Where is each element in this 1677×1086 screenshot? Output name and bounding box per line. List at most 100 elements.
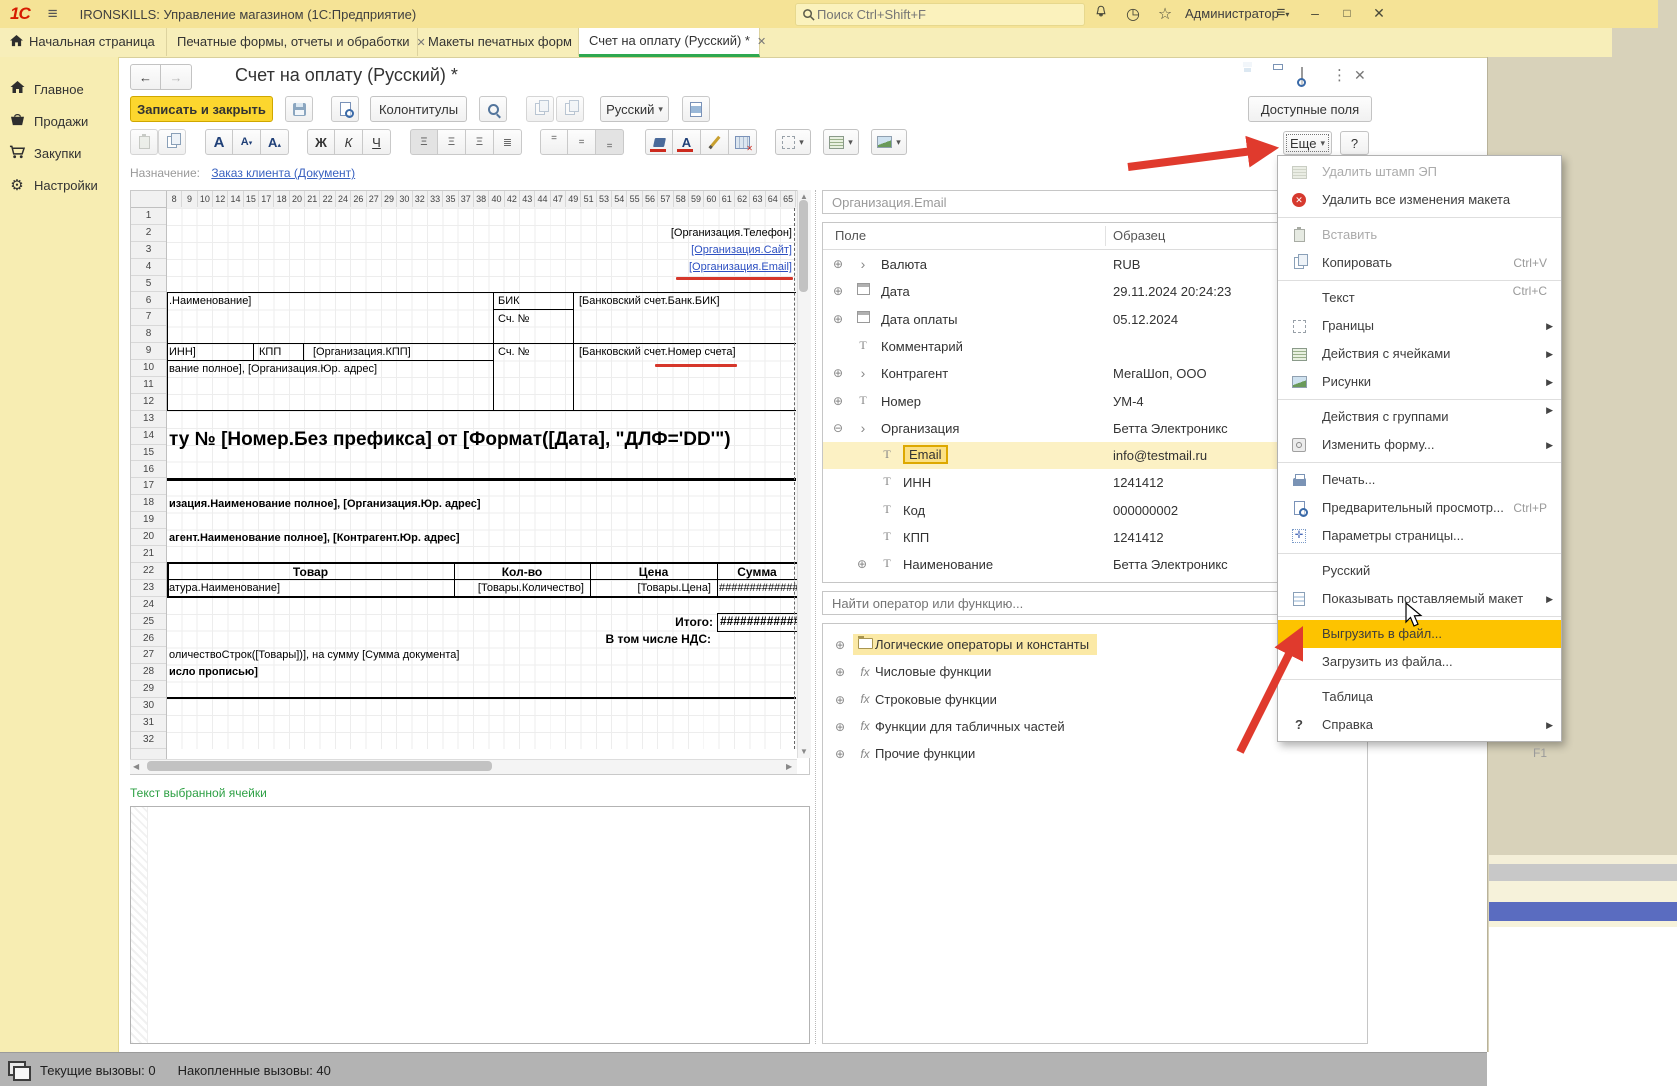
horizontal-scrollbar-thumb[interactable] xyxy=(147,761,492,771)
row-header[interactable]: 4 xyxy=(131,259,166,276)
performance-icon[interactable] xyxy=(8,1061,26,1079)
more-dots-icon[interactable]: ⋮ xyxy=(1332,66,1347,84)
column-header[interactable]: 54 xyxy=(612,191,627,207)
column-header[interactable]: 17 xyxy=(259,191,274,207)
cells-dropdown[interactable]: ▾ xyxy=(823,129,859,155)
menu-item-8[interactable]: Действия с ячейками▶ xyxy=(1278,340,1561,368)
copy-style-button[interactable] xyxy=(526,96,554,122)
sheet-cell-row-sum[interactable]: ############## xyxy=(719,582,805,594)
row-header[interactable]: 21 xyxy=(131,546,166,563)
user-name[interactable]: Администратор xyxy=(1185,6,1279,21)
favorites-star-icon[interactable]: ☆ xyxy=(1154,4,1176,24)
column-header[interactable]: 58 xyxy=(674,191,689,207)
column-header[interactable]: 21 xyxy=(305,191,320,207)
column-header[interactable]: 20 xyxy=(290,191,305,207)
sheet-cell-amount-words[interactable]: исло прописью] xyxy=(169,666,258,678)
selected-cell-text-area[interactable] xyxy=(130,806,810,1044)
expander-icon[interactable]: ⊕ xyxy=(833,284,843,298)
expander-icon[interactable]: ⊕ xyxy=(833,394,843,408)
notifications-bell-icon[interactable] xyxy=(1090,4,1112,23)
field-label[interactable]: Дата оплаты xyxy=(881,312,958,327)
field-label[interactable]: ИНН xyxy=(903,475,931,490)
expander-icon[interactable]: ⊕ xyxy=(835,747,845,761)
field-sample-value[interactable]: УМ-4 xyxy=(1113,394,1144,409)
row-header[interactable]: 14 xyxy=(131,428,166,445)
menu-item-24[interactable]: Таблица▶ xyxy=(1278,683,1561,711)
operator-item[interactable]: Логические операторы и константы xyxy=(853,634,1097,655)
field-sample-value[interactable]: 000000002 xyxy=(1113,503,1178,518)
column-header[interactable]: 32 xyxy=(413,191,428,207)
menu-item-14[interactable]: Печать...Ctrl+P xyxy=(1278,466,1561,494)
save-button[interactable] xyxy=(285,96,313,122)
align-right-button[interactable]: Ξ xyxy=(466,129,494,155)
row-header[interactable]: 8 xyxy=(131,326,166,343)
sheet-corner[interactable] xyxy=(131,191,167,208)
operator-item[interactable]: fxЧисловые функции xyxy=(853,661,999,682)
sheet-cell-th-sum[interactable]: Сумма xyxy=(717,565,797,579)
row-header[interactable]: 29 xyxy=(131,681,166,698)
column-header[interactable]: 12 xyxy=(213,191,228,207)
field-sample-value[interactable]: Бетта Электроникс xyxy=(1113,557,1228,572)
panel-splitter[interactable] xyxy=(815,190,816,1044)
field-sample-value[interactable]: 1241412 xyxy=(1113,530,1164,545)
expander-icon[interactable]: ⊕ xyxy=(857,557,867,571)
menu-item-15[interactable]: Предварительный просмотр... xyxy=(1278,494,1561,522)
expander-icon[interactable]: ⊕ xyxy=(835,720,845,734)
row-header[interactable]: 25 xyxy=(131,614,166,631)
menu-item-22[interactable]: Загрузить из файла... xyxy=(1278,648,1561,676)
sheet-cell-row-price[interactable]: [Товары.Цена] xyxy=(638,582,711,594)
column-sample[interactable]: Образец xyxy=(1113,228,1165,243)
close-window-button[interactable]: ✕ xyxy=(1366,2,1392,24)
picture-dropdown[interactable]: ▾ xyxy=(871,129,907,155)
preview-icon[interactable] xyxy=(1301,68,1303,84)
field-sample-value[interactable]: 05.12.2024 xyxy=(1113,312,1178,327)
close-form-icon[interactable]: ✕ xyxy=(1354,67,1366,84)
column-header[interactable]: 18 xyxy=(274,191,289,207)
field-sample-value[interactable]: RUB xyxy=(1113,257,1140,272)
maximize-button[interactable]: □ xyxy=(1334,2,1360,24)
sheet-cell-inn[interactable]: ИНН] xyxy=(169,346,196,358)
expander-icon[interactable]: ⊕ xyxy=(835,638,845,652)
column-header[interactable]: 60 xyxy=(704,191,719,207)
sheet-cell-org-full-name[interactable]: вание полное], [Организация.Юр. адрес] xyxy=(169,363,377,375)
sheet-cell-row-goods[interactable]: атура.Наименование] xyxy=(169,582,280,594)
save-and-close-button[interactable]: Записать и закрыть xyxy=(130,96,273,122)
sheet-cell-total-label[interactable]: Итого: xyxy=(675,615,713,629)
page-view-button[interactable] xyxy=(682,96,710,122)
copy-icon[interactable] xyxy=(158,129,186,155)
sheet-cell-account-value[interactable]: [Банковский счет.Номер счета] xyxy=(579,346,736,358)
column-header[interactable]: 47 xyxy=(551,191,566,207)
underline-button[interactable]: Ч xyxy=(363,129,391,155)
column-header[interactable]: 26 xyxy=(351,191,366,207)
menu-item-7[interactable]: Границы▶ xyxy=(1278,312,1561,340)
tab-print-forms[interactable]: Печатные формы, отчеты и обработки✕ xyxy=(167,28,418,56)
field-label[interactable]: Номер xyxy=(881,394,921,409)
row-header[interactable]: 1 xyxy=(131,208,166,225)
column-header[interactable]: 63 xyxy=(750,191,765,207)
column-header[interactable]: 15 xyxy=(244,191,259,207)
row-header[interactable]: 26 xyxy=(131,631,166,648)
sheet-cell-bik-label[interactable]: БИК xyxy=(498,295,520,307)
field-filter-text[interactable] xyxy=(830,194,1350,211)
sheet-cell-account-label-1[interactable]: Сч. № xyxy=(498,313,529,325)
column-header[interactable]: 30 xyxy=(397,191,412,207)
menu-item-9[interactable]: Рисунки▶ xyxy=(1278,368,1561,396)
row-header[interactable]: 19 xyxy=(131,512,166,529)
column-header[interactable]: 33 xyxy=(428,191,443,207)
column-header[interactable]: 64 xyxy=(766,191,781,207)
operator-search-input[interactable] xyxy=(830,595,1350,612)
scroll-right-icon[interactable]: ▶ xyxy=(786,762,792,771)
sheet-cell-summary[interactable]: оличествоСтрок([Товары])], на сумму [Сум… xyxy=(169,649,459,661)
row-header[interactable]: 17 xyxy=(131,478,166,495)
column-header[interactable]: 8 xyxy=(167,191,182,207)
column-header[interactable]: 65 xyxy=(781,191,796,207)
expander-icon[interactable]: ⊕ xyxy=(835,693,845,707)
paste-icon[interactable] xyxy=(130,129,158,155)
column-header[interactable]: 44 xyxy=(535,191,550,207)
column-header[interactable]: 53 xyxy=(597,191,612,207)
field-sample-value[interactable]: 1241412 xyxy=(1113,475,1164,490)
row-header[interactable]: 9 xyxy=(131,343,166,360)
scroll-up-icon[interactable]: ▲ xyxy=(800,192,808,201)
field-sample-value[interactable]: 29.11.2024 20:24:23 xyxy=(1113,284,1231,299)
menu-item-16[interactable]: ✛Параметры страницы... xyxy=(1278,522,1561,550)
